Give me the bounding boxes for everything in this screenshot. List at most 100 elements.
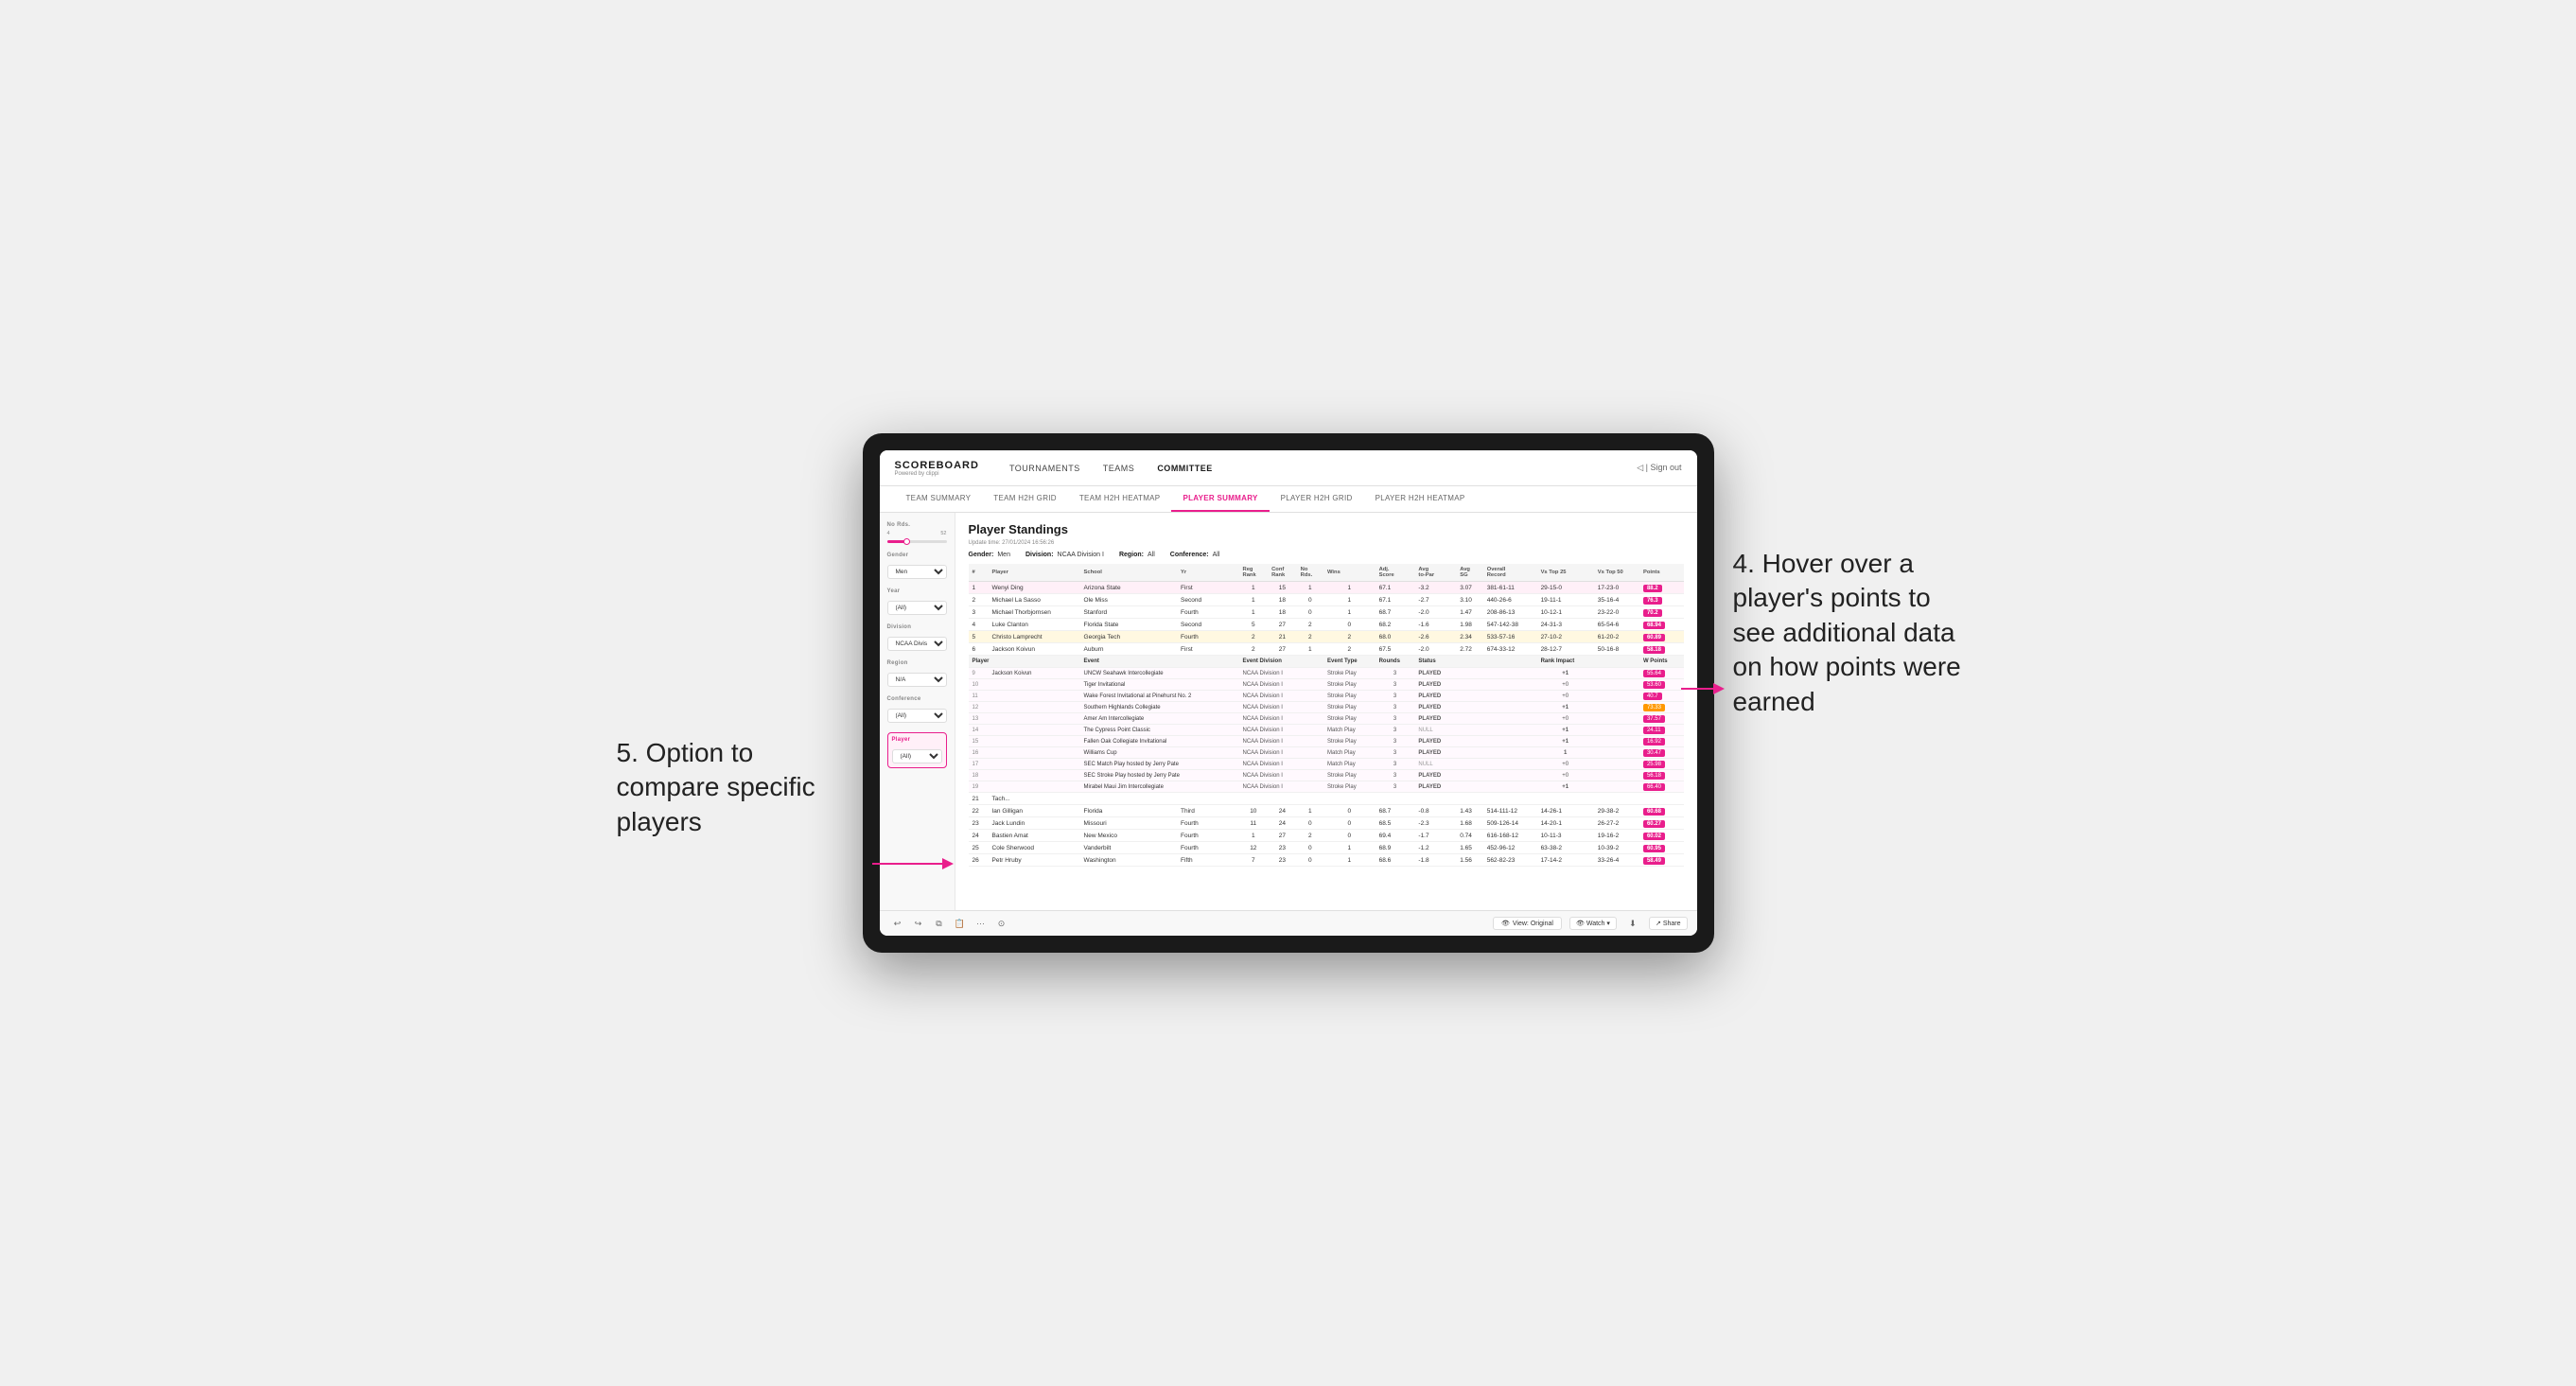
table-row[interactable]: 3Michael ThorbjornsenStanfordFourth 118 … xyxy=(969,606,1684,619)
cell-school: Arizona State xyxy=(1080,582,1177,594)
tab-player-summary[interactable]: PLAYER SUMMARY xyxy=(1171,486,1269,512)
table-row[interactable]: 22Ian GilliganFloridaThird 1024 10 68.7-… xyxy=(969,805,1684,817)
col-vs50: Vs Top 50 xyxy=(1594,564,1639,582)
event-header-row: Player Event Event Division Event Type R… xyxy=(969,656,1684,668)
event-row[interactable]: 15 Fallen Oak Collegiate Invitational NC… xyxy=(969,736,1684,747)
watch-label: Watch xyxy=(1586,921,1605,927)
table-row[interactable]: 21Tach... xyxy=(969,793,1684,805)
event-row[interactable]: 11 Wake Forest Invitational at Pinehurst… xyxy=(969,691,1684,702)
tab-player-h2h-heatmap[interactable]: PLAYER H2H HEATMAP xyxy=(1364,486,1477,512)
filter-gender: Gender: Men xyxy=(969,552,1010,558)
clock-icon[interactable]: ⊙ xyxy=(993,915,1010,932)
cell-yr: First xyxy=(1177,582,1239,594)
redo-icon[interactable]: ↪ xyxy=(910,915,927,932)
player-label: Player xyxy=(892,737,942,743)
nav-committee[interactable]: COMMITTEE xyxy=(1146,450,1224,486)
cell-wins: 1 xyxy=(1323,582,1376,594)
event-row[interactable]: 16 Williams Cup NCAA Division I Match Pl… xyxy=(969,747,1684,759)
table-row[interactable]: 4Luke ClantonFlorida StateSecond 527 20 … xyxy=(969,619,1684,631)
filter-division: Division: NCAA Division I xyxy=(1025,552,1104,558)
watch-icon: 👁 xyxy=(1576,920,1585,927)
sidebar-division: Division NCAA Division I xyxy=(887,624,947,651)
annotation-left: 5. Option to compare specific players xyxy=(617,736,834,839)
filter-region-value: All xyxy=(1148,552,1155,558)
logo-area: SCOREBOARD Powered by clippi xyxy=(895,460,979,477)
cell-vs50: 17-23-0 xyxy=(1594,582,1639,594)
cell-points[interactable]: 88.2 xyxy=(1639,582,1684,594)
sign-out-link[interactable]: ◁ | Sign out xyxy=(1637,463,1681,473)
annotation-right: 4. Hover over a player's points to see a… xyxy=(1733,547,1979,719)
table-row[interactable]: 23Jack LundinMissouriFourth 1124 00 68.5… xyxy=(969,817,1684,830)
cell-vs25: 29-15-0 xyxy=(1537,582,1594,594)
view-original-label: View: Original xyxy=(1513,921,1553,927)
col-vs25: Vs Top 25 xyxy=(1537,564,1594,582)
cell-player: Wenyi Ding xyxy=(989,582,1080,594)
division-select[interactable]: NCAA Division I xyxy=(887,637,947,651)
table-header: # Player School Yr RegRank ConfRank NoRd… xyxy=(969,564,1684,582)
more-icon[interactable]: ··· xyxy=(973,915,990,932)
main-nav: TOURNAMENTS TEAMS COMMITTEE xyxy=(998,450,1637,486)
watch-chevron: ▾ xyxy=(1606,920,1610,927)
undo-redo-group: ↩ ↪ ⧉ 📋 ··· ⊙ xyxy=(889,915,1010,932)
app-logo: SCOREBOARD xyxy=(895,460,979,471)
download-icon[interactable]: ⬇ xyxy=(1624,915,1641,932)
table-row[interactable]: 6Jackson KoivunAuburnFirst 227 12 67.5-2… xyxy=(969,643,1684,656)
table-row[interactable]: 26Petr HrubyWashingtonFifth 723 01 68.6-… xyxy=(969,854,1684,867)
conference-select[interactable]: (All) xyxy=(887,709,947,723)
watch-button[interactable]: 👁 Watch ▾ xyxy=(1569,917,1617,930)
event-row[interactable]: 19 Mirabel Maui Jim Intercollegiate NCAA… xyxy=(969,781,1684,793)
no-rds-track[interactable] xyxy=(887,540,947,543)
region-select[interactable]: N/A xyxy=(887,673,947,687)
share-button[interactable]: ↗ Share xyxy=(1649,917,1688,930)
tab-player-h2h-grid[interactable]: PLAYER H2H GRID xyxy=(1270,486,1364,512)
col-avg-par: Avgto-Par xyxy=(1414,564,1456,582)
paste-icon[interactable]: 📋 xyxy=(952,915,969,932)
event-row[interactable]: 10 Tiger Invitational NCAA Division I St… xyxy=(969,679,1684,691)
footer-toolbar: ↩ ↪ ⧉ 📋 ··· ⊙ 👁 View: Original 👁 Watch ▾ xyxy=(880,910,1697,936)
copy-icon[interactable]: ⧉ xyxy=(931,915,948,932)
event-row[interactable]: 17 SEC Match Play hosted by Jerry Pate N… xyxy=(969,759,1684,770)
cell-sg: 3.07 xyxy=(1456,582,1482,594)
sidebar-gender: Gender Men xyxy=(887,553,947,579)
header-right: ◁ | Sign out xyxy=(1637,463,1681,473)
no-rds-max: 52 xyxy=(940,531,946,536)
table-row[interactable]: 24Bastien AmatNew MexicoFourth 127 20 69… xyxy=(969,830,1684,842)
no-rds-label: No Rds. xyxy=(887,522,947,528)
event-row[interactable]: 14 The Cypress Point Classic NCAA Divisi… xyxy=(969,725,1684,736)
event-row[interactable]: 13 Amer Am Intercollegiate NCAA Division… xyxy=(969,713,1684,725)
year-label: Year xyxy=(887,588,947,594)
sidebar-conference: Conference (All) xyxy=(887,696,947,723)
col-yr: Yr xyxy=(1177,564,1239,582)
tab-team-h2h-grid[interactable]: TEAM H2H GRID xyxy=(982,486,1068,512)
gender-select[interactable]: Men xyxy=(887,565,947,579)
standings-table: # Player School Yr RegRank ConfRank NoRd… xyxy=(969,564,1684,867)
col-avg-sg: AvgSG xyxy=(1456,564,1482,582)
tab-team-h2h-heatmap[interactable]: TEAM H2H HEATMAP xyxy=(1068,486,1172,512)
no-rds-thumb[interactable] xyxy=(903,538,910,545)
cell-num: 1 xyxy=(969,582,989,594)
col-num: # xyxy=(969,564,989,582)
view-original-button[interactable]: 👁 View: Original xyxy=(1493,917,1562,930)
cell-reg-rank: 1 xyxy=(1239,582,1269,594)
nav-teams[interactable]: TEAMS xyxy=(1092,450,1147,486)
sidebar-player: Player (All) xyxy=(887,732,947,768)
col-school: School xyxy=(1080,564,1177,582)
table-area: Player Standings Update time: 27/01/2024… xyxy=(955,513,1697,910)
col-overall-record: OverallRecord xyxy=(1483,564,1537,582)
nav-tournaments[interactable]: TOURNAMENTS xyxy=(998,450,1092,486)
sidebar-year: Year (All) xyxy=(887,588,947,615)
year-select[interactable]: (All) xyxy=(887,601,947,615)
table-row[interactable]: 2Michael La SassoOle MissSecond 118 01 6… xyxy=(969,594,1684,606)
event-row[interactable]: 12 Southern Highlands Collegiate NCAA Di… xyxy=(969,702,1684,713)
table-row[interactable]: 5Christo LamprechtGeorgia TechFourth 221… xyxy=(969,631,1684,643)
event-row[interactable]: 9 Jackson Koivun UNCW Seahawk Intercolle… xyxy=(969,668,1684,679)
table-row[interactable]: 25Cole SherwoodVanderbiltFourth 1223 01 … xyxy=(969,842,1684,854)
table-row[interactable]: 1 Wenyi Ding Arizona State First 1 15 1 … xyxy=(969,582,1684,594)
app-header: SCOREBOARD Powered by clippi TOURNAMENTS… xyxy=(880,450,1697,486)
tablet-frame: SCOREBOARD Powered by clippi TOURNAMENTS… xyxy=(863,433,1714,953)
tab-team-summary[interactable]: TEAM SUMMARY xyxy=(895,486,983,512)
filter-division-value: NCAA Division I xyxy=(1058,552,1104,558)
player-select[interactable]: (All) xyxy=(892,749,942,763)
event-row[interactable]: 18 SEC Stroke Play hosted by Jerry Pate … xyxy=(969,770,1684,781)
undo-icon[interactable]: ↩ xyxy=(889,915,906,932)
